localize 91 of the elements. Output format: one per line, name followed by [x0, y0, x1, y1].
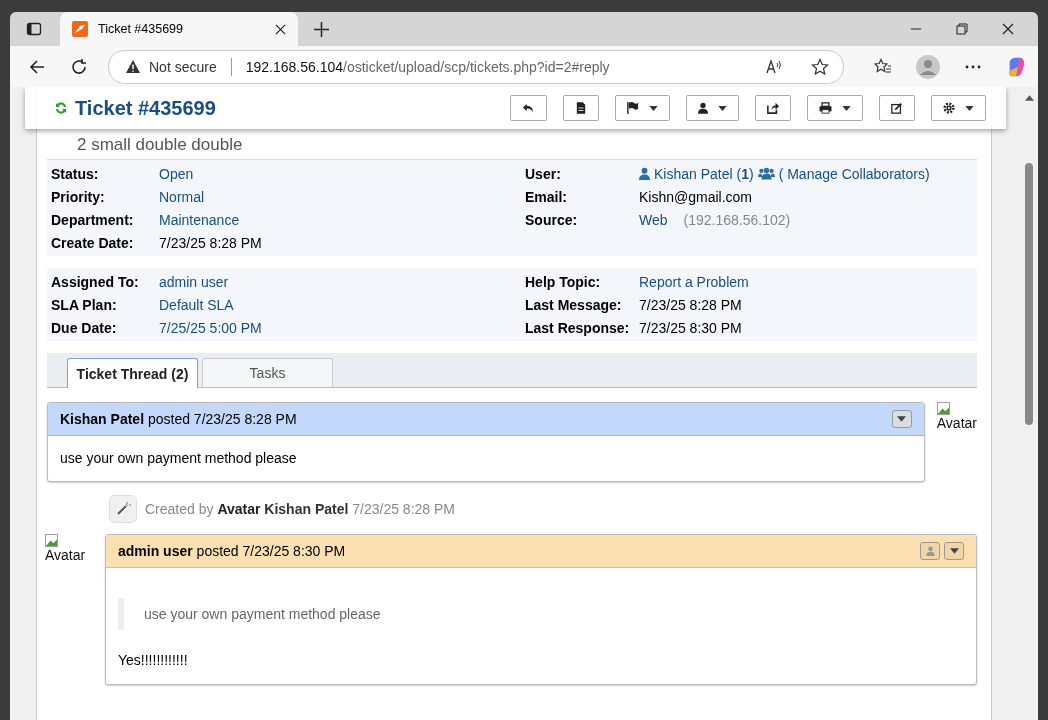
ticket-subject: 2 small double double	[77, 135, 243, 155]
collaborators-link[interactable]: ( Manage Collaborators)	[778, 165, 930, 182]
edit-icon	[891, 102, 903, 114]
read-aloud-icon[interactable]	[765, 57, 783, 76]
field-label: Source:	[525, 211, 579, 228]
thread-tab[interactable]: Ticket Thread (2)	[67, 358, 198, 388]
toolbar-button[interactable]	[931, 95, 986, 121]
caret-icon	[965, 105, 974, 111]
field-link[interactable]: Report a Problem	[639, 273, 749, 290]
flag-icon	[627, 102, 639, 114]
back-icon[interactable]	[28, 57, 46, 76]
ticket-title[interactable]: Ticket #435699	[75, 96, 216, 120]
sidebar-toggle-icon[interactable]	[26, 21, 42, 37]
broken-image-icon	[936, 402, 950, 415]
response-body: Yes!!!!!!!!!!!!	[118, 652, 189, 668]
caret-icon	[649, 105, 658, 111]
address-bar[interactable]: Not secure 192.168.56.104/osticket/upload/scp/tickets.php?id=2#reply	[108, 49, 844, 84]
field-note: (192.168.56.102)	[683, 211, 791, 228]
field-label: Last Message:	[525, 296, 623, 313]
field-value: 7/23/25 8:28 PM	[639, 296, 742, 313]
users-icon	[757, 167, 775, 180]
user-icon	[698, 102, 708, 114]
close-icon[interactable]	[275, 23, 286, 35]
restore-icon[interactable]	[956, 23, 968, 35]
caret-icon	[897, 416, 907, 422]
caret-icon	[718, 105, 727, 111]
field-value: 7/23/25 8:30 PM	[639, 319, 742, 336]
field-label: Help Topic:	[525, 273, 602, 290]
user-icon	[639, 167, 650, 180]
field-link[interactable]: Maintenance	[159, 211, 240, 228]
profile-icon[interactable]	[916, 54, 940, 79]
options-button[interactable]	[944, 542, 964, 560]
toolbar-button[interactable]	[807, 95, 863, 121]
avatar-label: Avatar	[936, 415, 977, 431]
reload-icon[interactable]	[70, 57, 88, 76]
user-icon	[925, 546, 935, 556]
magic-wand-icon	[109, 495, 137, 523]
event-text: Created by Avatar Kishan Patel 7/23/25 8:28 PM	[145, 501, 455, 517]
field-label: Due Date:	[51, 319, 118, 336]
refresh-icon[interactable]	[55, 102, 67, 114]
toolbar-button[interactable]	[615, 95, 670, 121]
star-icon[interactable]	[811, 57, 829, 76]
url-text: 192.168.56.104/osticket/upload/scp/tickets.php?id=2#reply	[245, 58, 610, 75]
close-window-icon[interactable]	[1002, 23, 1014, 35]
toolbar-button[interactable]	[510, 95, 547, 121]
site-favicon-icon	[72, 21, 88, 37]
broken-image-icon	[45, 534, 58, 547]
user-link[interactable]: Kishan Patel (1)	[654, 165, 754, 182]
field-label: SLA Plan:	[51, 296, 118, 313]
toolbar-button[interactable]	[563, 95, 599, 121]
scrollbar-thumb[interactable]	[1025, 163, 1033, 425]
gear-icon	[943, 102, 955, 114]
field-label: Status:	[51, 165, 100, 182]
field-link[interactable]: Web	[639, 211, 668, 228]
warning-icon	[125, 58, 141, 75]
avatar-label: Avatar	[45, 547, 86, 563]
new-tab-icon[interactable]	[314, 21, 329, 37]
field-label: Create Date:	[51, 234, 135, 251]
field-value: Kishn@gmail.com	[639, 188, 753, 205]
field-label: Last Response:	[525, 319, 631, 336]
options-button[interactable]	[891, 410, 912, 428]
toolbar-button[interactable]	[755, 95, 791, 121]
toolbar-button[interactable]	[686, 95, 739, 121]
field-link[interactable]: admin user	[159, 273, 229, 290]
thread-tab[interactable]: Tasks	[202, 358, 333, 387]
reply-icon	[522, 102, 535, 114]
field-label: Email:	[525, 188, 568, 205]
browser-tab[interactable]: Ticket #435699	[60, 12, 298, 46]
security-label: Not secure	[149, 58, 217, 75]
scroll-up-icon[interactable]	[1024, 95, 1034, 101]
field-label: Assigned To:	[51, 273, 140, 290]
field-link[interactable]: Normal	[159, 188, 205, 205]
response-header: admin user posted 7/23/25 8:30 PM	[118, 543, 346, 559]
field-label: Priority:	[51, 188, 106, 205]
toolbar-button[interactable]	[879, 95, 915, 121]
message-header: Kishan Patel posted 7/23/25 8:28 PM	[60, 411, 297, 427]
field-link[interactable]: Open	[159, 165, 194, 182]
field-label: Department:	[51, 211, 135, 228]
tab-title: Ticket #435699	[98, 22, 184, 36]
favorites-icon[interactable]	[874, 57, 892, 76]
message-body: use your own payment method please	[59, 449, 298, 468]
quoted-text: use your own payment method please	[118, 598, 964, 630]
field-link[interactable]: Default SLA	[159, 296, 234, 313]
caret-icon	[842, 105, 851, 111]
print-icon	[819, 102, 832, 114]
field-label: User:	[525, 165, 562, 182]
document-icon	[576, 102, 586, 114]
caret-icon	[949, 548, 959, 554]
field-link[interactable]: 7/25/25 5:00 PM	[159, 319, 262, 336]
share-icon	[767, 102, 779, 114]
field-value: 7/23/25 8:28 PM	[159, 234, 262, 251]
